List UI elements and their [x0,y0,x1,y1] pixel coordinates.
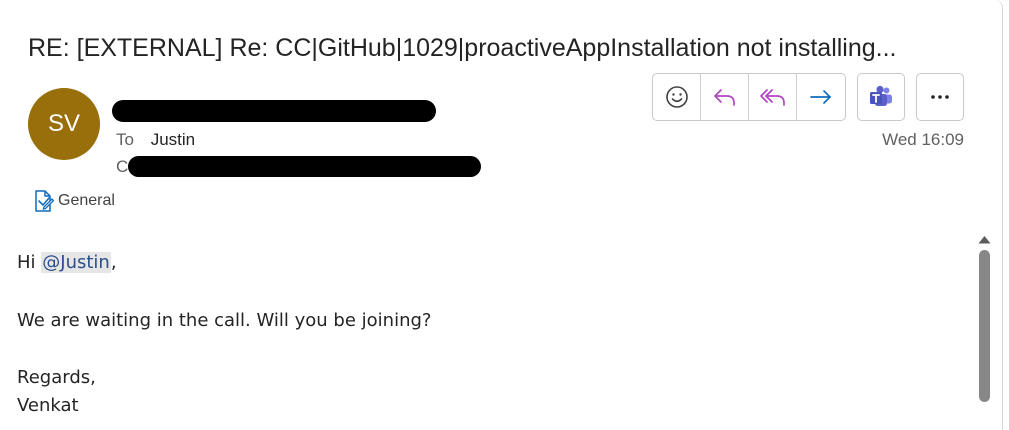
react-button[interactable] [653,74,701,120]
sender-initials: SV [47,110,80,137]
to-row: To Justin [116,130,195,150]
body-greeting: Hi @Justin, [17,252,117,273]
category-label[interactable]: General [34,189,115,213]
redacted-cc-recipients [128,156,481,177]
mention-justin[interactable]: @Justin [41,252,111,273]
sender-avatar[interactable]: SV [28,88,100,160]
email-subject: RE: [EXTERNAL] Re: CC|GitHub|1029|proact… [28,34,897,62]
reply-all-icon [759,89,785,106]
cc-label: C [116,157,129,176]
sensitivity-label-icon [35,190,54,212]
category-label-text: General [58,192,115,209]
forward-icon [810,90,831,104]
recipient-name[interactable]: Justin [151,130,195,149]
reading-pane-frame [0,0,1003,430]
teams-icon [870,85,892,106]
greeting-suffix: , [110,252,117,273]
reply-icon [713,89,735,106]
reply-button[interactable] [701,74,749,120]
scrollbar-thumb[interactable] [979,250,990,402]
message-action-bar [652,73,846,121]
to-label: To [116,130,134,149]
scroll-up-arrow[interactable] [977,232,992,250]
redacted-sender-name [112,100,436,122]
reply-all-button[interactable] [749,74,797,120]
more-actions-button[interactable] [916,73,964,121]
teams-button[interactable] [857,73,905,121]
received-date: Wed 16:09 [882,130,964,149]
smiley-icon [665,86,688,108]
body-line: We are waiting in the call. Will you be … [17,310,432,331]
body-signoff: Regards, [17,367,96,388]
caret-up-icon [978,236,991,244]
forward-button[interactable] [797,74,845,120]
more-icon [931,95,949,99]
body-signature: Venkat [17,395,79,416]
greeting-prefix: Hi [17,252,42,273]
